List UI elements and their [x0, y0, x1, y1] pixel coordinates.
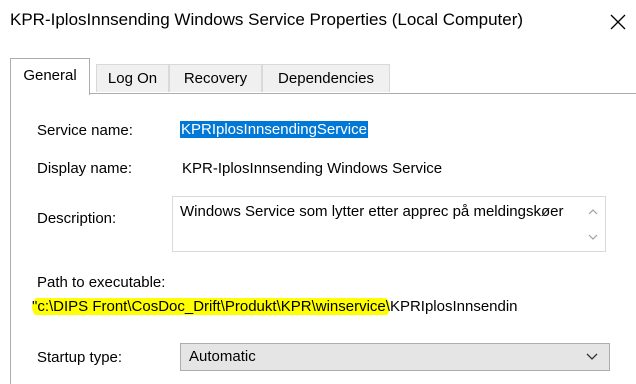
service-name-value[interactable]: KPRIplosInnsendingService — [180, 121, 368, 138]
path-highlight: "c:\DIPS Front\CosDoc_Drift\Produkt\KPR\… — [32, 298, 390, 315]
tab-dependencies[interactable]: Dependencies — [262, 64, 390, 92]
startup-type-value: Automatic — [189, 348, 256, 365]
path-label: Path to executable: — [37, 274, 166, 291]
window-title: KPR-IplosInnsending Windows Service Prop… — [10, 10, 524, 29]
scroll-up-icon[interactable] — [586, 205, 600, 219]
tab-strip: General Log On Recovery Dependencies — [10, 58, 636, 95]
tab-recovery[interactable]: Recovery — [169, 64, 262, 92]
startup-type-label: Startup type: — [37, 349, 123, 366]
path-to-executable[interactable]: "c:\DIPS Front\CosDoc_Drift\Produkt\KPR\… — [32, 298, 632, 315]
tab-general[interactable]: General — [10, 58, 90, 95]
close-button[interactable] — [600, 4, 636, 40]
description-label: Description: — [37, 210, 117, 227]
title-bar: KPR-IplosInnsending Windows Service Prop… — [0, 0, 636, 44]
path-remainder: KPRIplosInnsendin — [389, 298, 518, 315]
startup-type-select[interactable]: Automatic — [180, 343, 610, 371]
service-name-selection[interactable]: KPRIplosInnsendingService — [180, 121, 368, 138]
service-name-label: Service name: — [37, 122, 133, 139]
chevron-down-icon — [586, 353, 598, 360]
scroll-down-icon[interactable] — [586, 230, 600, 244]
description-text[interactable]: Windows Service som lytter etter apprec … — [180, 203, 575, 221]
display-name-label: Display name: — [37, 160, 133, 177]
close-icon — [610, 14, 626, 30]
description-field[interactable]: Windows Service som lytter etter apprec … — [172, 196, 606, 252]
tab-log-on[interactable]: Log On — [96, 64, 169, 92]
display-name-value[interactable]: KPR-IplosInnsending Windows Service — [182, 160, 442, 177]
